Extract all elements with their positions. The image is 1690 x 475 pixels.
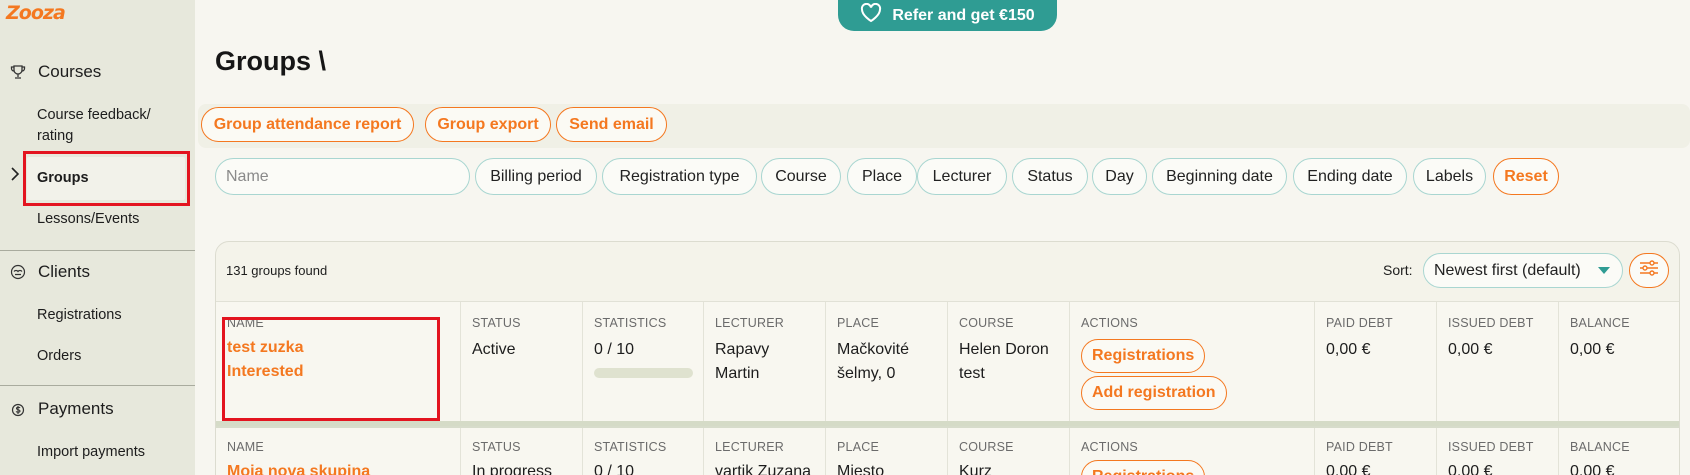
group-actions-bar [198, 104, 1690, 148]
nav-payments-label: Payments [38, 399, 114, 418]
cell-statistics: STATISTICS 0 / 10 [582, 302, 703, 421]
cell-course: COURSE Kurz [947, 428, 1069, 475]
nav-registrations[interactable]: Registrations [37, 305, 122, 326]
cell-issued-debt: ISSUED DEBT 0,00 € [1436, 428, 1558, 475]
highlight-groups-box [23, 151, 190, 206]
cell-name: NAME Moja nova skupina [216, 428, 460, 475]
filter-day[interactable]: Day [1092, 158, 1147, 195]
trophy-icon [10, 64, 26, 80]
filter-place[interactable]: Place [847, 158, 917, 195]
cell-statistics: STATISTICS 0 / 10 [582, 428, 703, 475]
zooza-logo[interactable]: Zooza [6, 2, 66, 24]
nav-payments[interactable]: Payments [0, 399, 195, 419]
filter-course[interactable]: Course [761, 158, 841, 195]
sort-select[interactable]: Newest first (default) [1423, 253, 1623, 288]
statistics-value: 0 / 10 [594, 341, 635, 358]
cell-balance: BALANCE 0,00 € [1558, 428, 1679, 475]
clients-icon [10, 264, 26, 280]
chevron-down-icon [1598, 267, 1610, 274]
nav-courses-label: Courses [38, 62, 102, 81]
sort-value: Newest first (default) [1434, 261, 1581, 279]
highlight-name-box [222, 317, 440, 421]
filter-beginning-date[interactable]: Beginning date [1152, 158, 1287, 195]
nav-lessons-events[interactable]: Lessons/Events [37, 209, 139, 230]
payments-icon [10, 401, 26, 417]
place-value: Mačkovité šelmy, 0 [837, 341, 910, 382]
table-row[interactable]: NAME Moja nova skupina STATUS In progres… [216, 426, 1679, 475]
cell-lecturer: LECTURER Rapavy Martin [703, 302, 825, 421]
reset-filters-button[interactable]: Reset [1493, 158, 1559, 195]
sidebar-divider [0, 250, 195, 251]
nav-courses[interactable]: Courses [0, 62, 195, 82]
group-name-link[interactable]: Moja nova skupina [227, 460, 449, 475]
filter-lecturer[interactable]: Lecturer [917, 158, 1007, 195]
cell-paid-debt: PAID DEBT 0,00 € [1314, 428, 1436, 475]
sort-label: Sort: [1383, 262, 1413, 278]
status-value: Active [472, 341, 516, 358]
cell-status: STATUS Active [460, 302, 582, 421]
cell-issued-debt: ISSUED DEBT 0,00 € [1436, 302, 1558, 421]
add-registration-button[interactable]: Add registration [1081, 376, 1227, 410]
send-email-button[interactable]: Send email [556, 107, 667, 142]
cell-balance: BALANCE 0,00 € [1558, 302, 1679, 421]
sliders-icon [1638, 259, 1660, 282]
cell-place: PLACE Miesto [825, 428, 947, 475]
cell-lecturer: LECTURER vartik Zuzana [703, 428, 825, 475]
cell-actions: ACTIONS Registrations Add registration [1069, 302, 1314, 421]
filter-ending-date[interactable]: Ending date [1293, 158, 1407, 195]
sidebar-divider [0, 385, 195, 386]
results-count: 131 groups found [226, 263, 328, 278]
nav-orders[interactable]: Orders [37, 346, 81, 367]
filter-settings-button[interactable] [1629, 253, 1669, 288]
course-value: Helen Doron test [959, 341, 1049, 382]
nav-clients-label: Clients [38, 262, 90, 281]
group-export-button[interactable]: Group export [425, 107, 551, 142]
page-title: Groups \ [215, 46, 327, 76]
nav-import-payments[interactable]: Import payments [37, 442, 145, 463]
nav-course-feedback[interactable]: Course feedback/ rating [37, 105, 151, 147]
heart-icon [860, 2, 882, 28]
name-filter-input[interactable] [215, 158, 470, 195]
cell-place: PLACE Mačkovité šelmy, 0 [825, 302, 947, 421]
capacity-progress-bar [594, 368, 693, 378]
registrations-button[interactable]: Registrations [1081, 339, 1206, 373]
registrations-button[interactable]: Registrations [1081, 460, 1206, 475]
chevron-right-icon [9, 166, 21, 187]
sidebar: Zooza Courses Course feedback/ rating Gr… [0, 0, 195, 475]
cell-actions: ACTIONS Registrations [1069, 428, 1314, 475]
cell-status: STATUS In progress [460, 428, 582, 475]
refer-label: Refer and get €150 [892, 6, 1035, 24]
group-attendance-report-button[interactable]: Group attendance report [201, 107, 414, 142]
filter-labels[interactable]: Labels [1413, 158, 1486, 195]
cell-course: COURSE Helen Doron test [947, 302, 1069, 421]
filter-billing-period[interactable]: Billing period [475, 158, 597, 195]
lecturer-value: Rapavy Martin [715, 341, 770, 382]
filter-status[interactable]: Status [1012, 158, 1088, 195]
nav-clients[interactable]: Clients [0, 262, 195, 282]
cell-paid-debt: PAID DEBT 0,00 € [1314, 302, 1436, 421]
refer-button[interactable]: Refer and get €150 [838, 0, 1057, 31]
filter-registration-type[interactable]: Registration type [602, 158, 757, 195]
